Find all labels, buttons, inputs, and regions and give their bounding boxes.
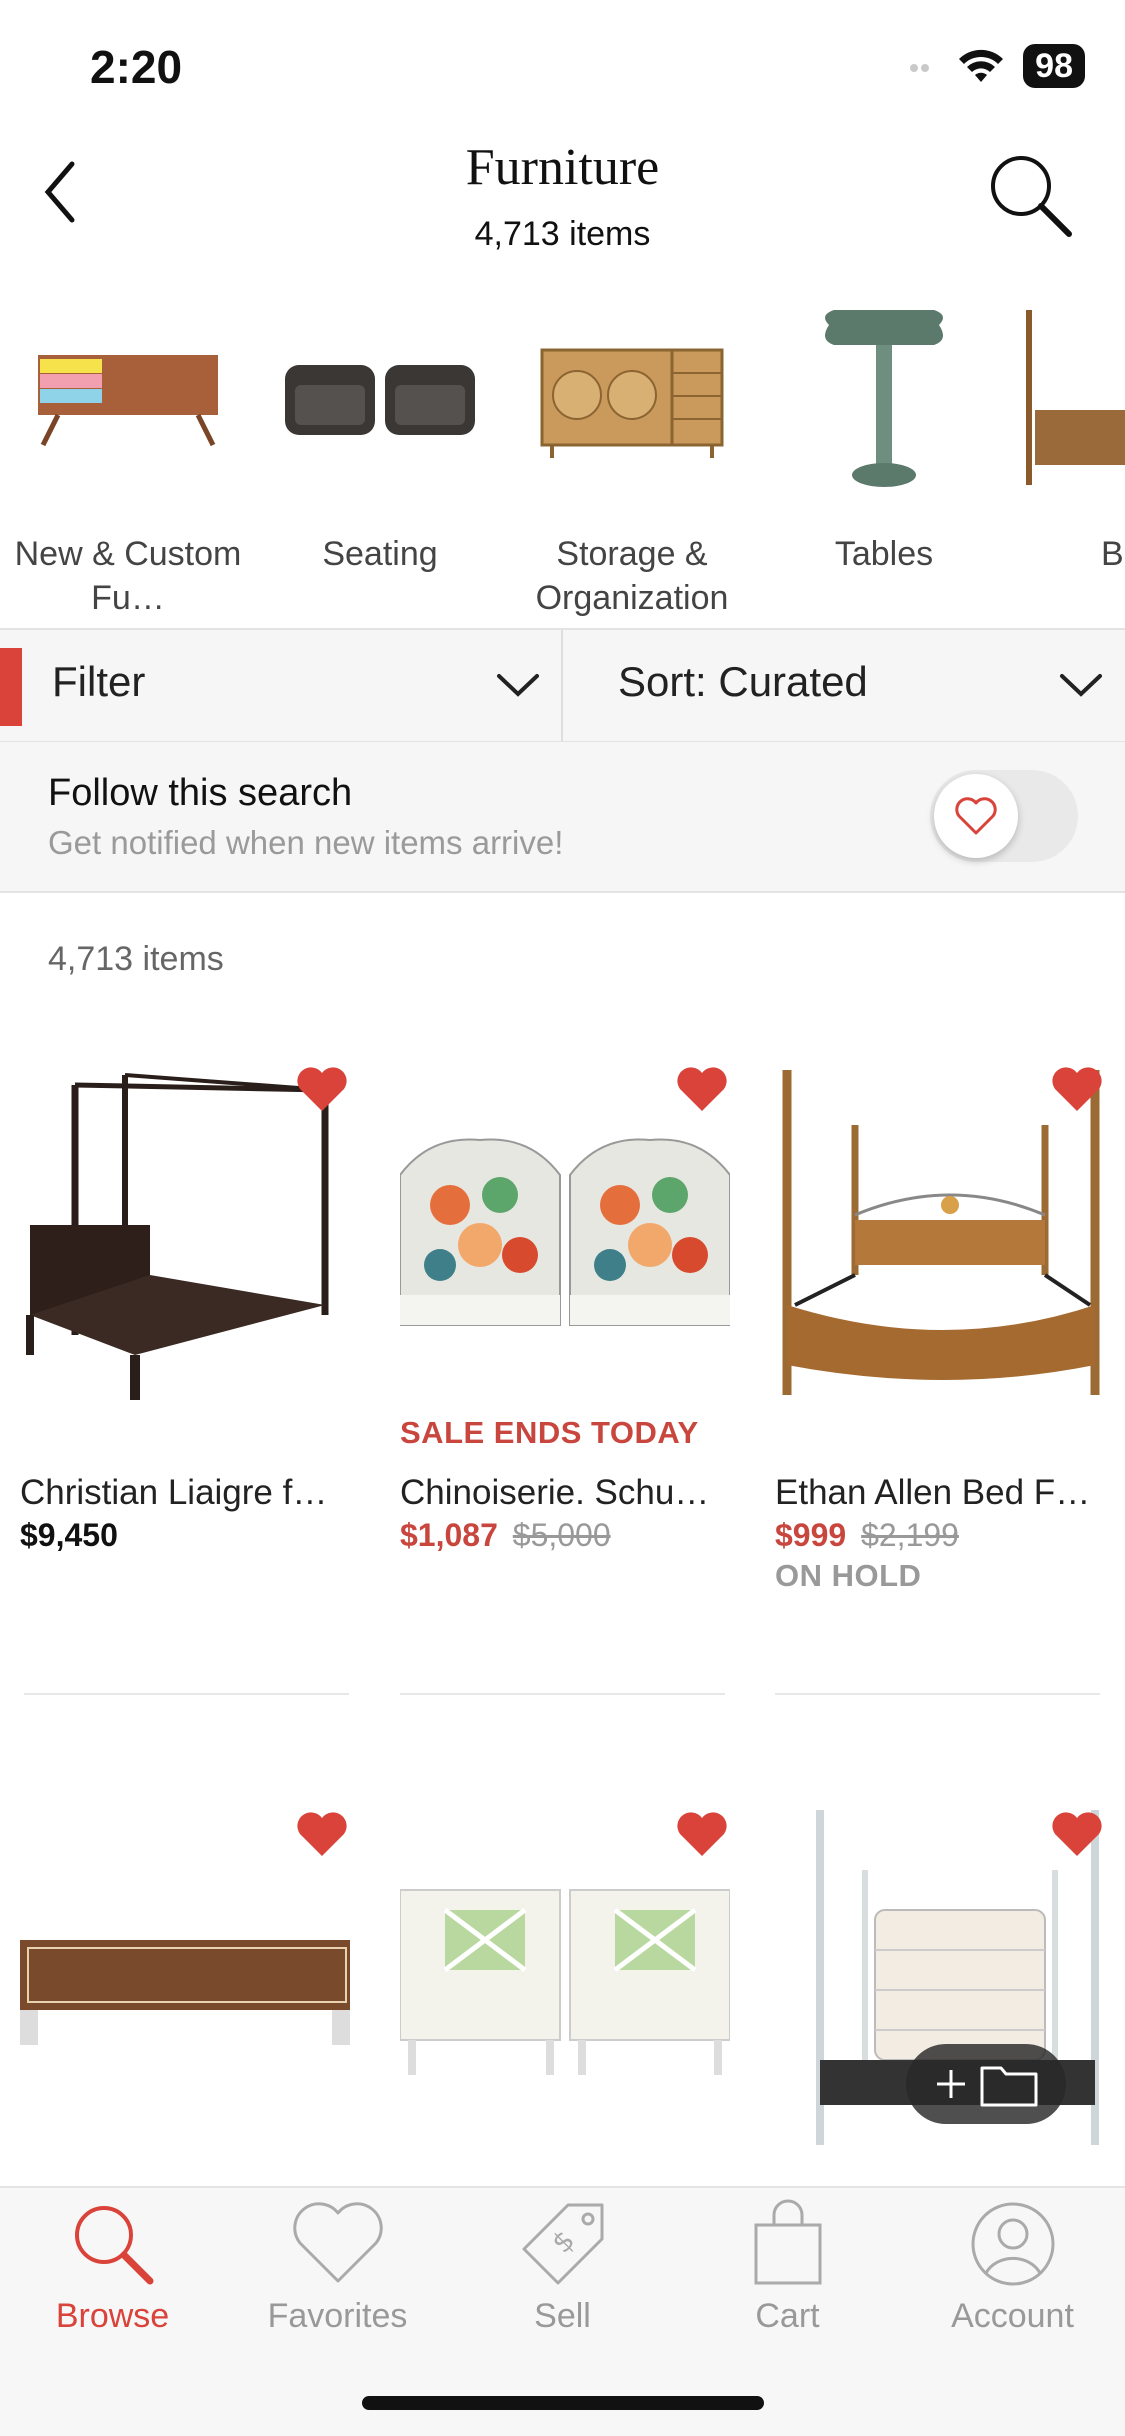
shopping-bag-icon: [754, 2199, 821, 2284]
product-title[interactable]: Ethan Allen Bed F…: [775, 1473, 1105, 1513]
plus-icon: [937, 2070, 965, 2098]
add-to-collection-button[interactable]: [906, 2044, 1066, 2124]
category-beds[interactable]: Be: [1021, 300, 1125, 576]
svg-text:$: $: [545, 2223, 581, 2259]
tab-sell[interactable]: $ Sell: [450, 2196, 675, 2336]
price-row: $1,087 $5,000: [400, 1517, 730, 1554]
tab-label: Browse: [55, 2297, 170, 2335]
category-new-custom-furniture[interactable]: New & Custom Fu…: [13, 300, 243, 620]
category-label: Tables: [834, 535, 934, 573]
tab-favorites[interactable]: Favorites: [225, 2196, 450, 2336]
category-image: [517, 300, 747, 500]
follow-search-subtitle: Get notified when new items arrive!: [48, 824, 564, 861]
product-image: [20, 1810, 350, 2150]
user-icon: [971, 2202, 1054, 2285]
results-count: 4,713 items: [48, 940, 224, 978]
search-icon: [991, 156, 1072, 237]
product-card[interactable]: [400, 1810, 730, 2150]
category-label: Be: [1101, 535, 1125, 573]
sale-tag: SALE ENDS TODAY: [400, 1415, 699, 1450]
category-label: Seating: [322, 535, 438, 573]
sort-button[interactable]: Sort: Curated: [618, 658, 868, 706]
product-title[interactable]: Christian Liaigre f…: [20, 1473, 350, 1513]
on-hold-status: ON HOLD: [775, 1558, 922, 1593]
favorite-heart-icon[interactable]: [1049, 1810, 1105, 1860]
follow-search-title: Follow this search: [48, 772, 353, 814]
category-image: [265, 300, 495, 500]
sale-tag: [20, 1415, 350, 1455]
signal-icon: [910, 64, 930, 72]
item-count-subtitle: 4,713 items: [474, 215, 651, 253]
category-label: Storage & Organization: [535, 535, 729, 617]
divider: [561, 630, 563, 742]
battery-indicator: 98: [1023, 44, 1085, 88]
filter-accent-marker: [0, 648, 22, 726]
tab-browse[interactable]: Browse: [0, 2196, 225, 2336]
product-image: [20, 1065, 350, 1405]
filter-chevron-down-icon[interactable]: [495, 670, 541, 700]
tab-label: Account: [951, 2297, 1074, 2335]
favorite-heart-icon[interactable]: [294, 1065, 350, 1115]
product-image: [400, 1810, 730, 2150]
category-image: [1021, 300, 1125, 500]
favorite-heart-icon[interactable]: [674, 1810, 730, 1860]
favorite-heart-icon[interactable]: [1049, 1065, 1105, 1115]
tab-label: Cart: [755, 2297, 820, 2335]
status-icons: 98: [909, 44, 1085, 88]
category-seating[interactable]: Seating: [265, 300, 495, 576]
home-indicator: [362, 2396, 764, 2410]
category-image: [13, 300, 243, 500]
heart-outline-icon: [955, 797, 997, 835]
sort-chevron-down-icon[interactable]: [1058, 670, 1104, 700]
product-card[interactable]: [20, 1810, 350, 2150]
status-time: 2:20: [90, 41, 183, 93]
price-tag-icon: $: [522, 2203, 603, 2284]
favorite-heart-icon[interactable]: [294, 1810, 350, 1860]
tab-label: Sell: [534, 2297, 591, 2335]
tab-label: Favorites: [267, 2297, 408, 2335]
category-storage-organization[interactable]: Storage & Organization: [517, 300, 747, 620]
favorite-heart-icon[interactable]: [674, 1065, 730, 1115]
price-row: $999 $2,199: [775, 1517, 1105, 1554]
product-image: [775, 1065, 1105, 1405]
divider: [400, 1693, 725, 1695]
product-original-price: $5,000: [512, 1517, 611, 1553]
divider: [775, 1693, 1100, 1695]
product-sale-price: $999: [775, 1517, 847, 1553]
tab-cart[interactable]: Cart: [675, 2196, 900, 2336]
product-price: $9,450: [20, 1517, 118, 1553]
search-icon: [74, 2205, 153, 2284]
category-carousel[interactable]: New & Custom Fu… Seating Storage & Organ…: [0, 300, 1125, 630]
heart-icon: [292, 2201, 383, 2282]
follow-toggle-knob[interactable]: [934, 774, 1018, 858]
divider: [24, 1693, 349, 1695]
category-image: [769, 300, 999, 500]
product-title[interactable]: Chinoiserie. Schu…: [400, 1473, 730, 1513]
wifi-icon: [959, 49, 1004, 82]
folder-icon: [980, 2066, 1038, 2107]
category-tables[interactable]: Tables: [769, 300, 999, 576]
tab-account[interactable]: Account: [900, 2196, 1125, 2336]
product-card[interactable]: Ethan Allen Bed F… $999 $2,199 ON HOLD: [775, 1065, 1105, 1594]
category-label: New & Custom Fu…: [14, 535, 242, 617]
filter-button[interactable]: Filter: [52, 658, 145, 706]
search-button[interactable]: [985, 150, 1085, 250]
product-original-price: $2,199: [861, 1517, 959, 1553]
page-title: Furniture: [465, 139, 660, 196]
sale-tag: [775, 1415, 1105, 1455]
product-card[interactable]: Christian Liaigre f… $9,450: [20, 1065, 350, 1554]
price-row: $9,450: [20, 1517, 350, 1554]
product-card[interactable]: SALE ENDS TODAY Chinoiserie. Schu… $1,08…: [400, 1065, 730, 1554]
divider: [0, 891, 1125, 893]
product-image: [400, 1065, 730, 1405]
product-sale-price: $1,087: [400, 1517, 498, 1553]
